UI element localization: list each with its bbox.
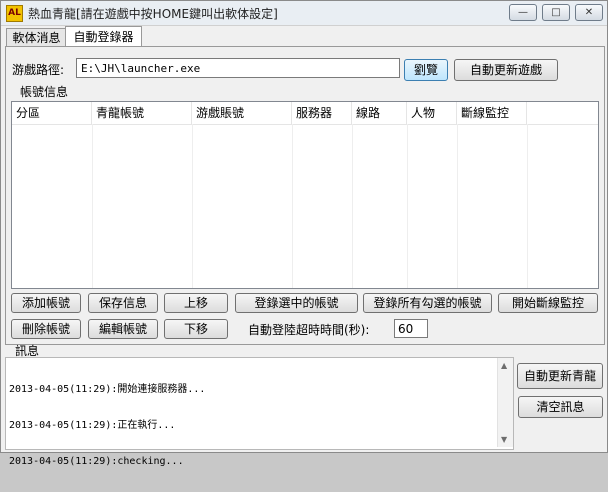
login-timeout-label: 自動登陸超時時間(秒): [248, 323, 370, 337]
minimize-button[interactable]: — [509, 4, 537, 21]
grid-column-line [92, 124, 193, 288]
log-line: 2013-04-05(11:29):開始連接服務器... [9, 384, 206, 395]
close-button[interactable]: ✕ [575, 4, 603, 21]
game-path-field[interactable]: E:\JH\launcher.exe [76, 58, 400, 78]
scroll-up-arrow-icon[interactable]: ▲ [501, 361, 507, 370]
login-timeout-input[interactable]: 60 [394, 319, 428, 338]
window-title: 熱血青龍[請在遊戲中按HOME鍵叫出軟体設定] [28, 7, 278, 21]
column-server[interactable]: 服務器 [292, 102, 352, 124]
add-account-button[interactable]: 添加帳號 [11, 293, 81, 313]
grid-column-line [457, 124, 528, 288]
maximize-button[interactable]: □ [542, 4, 570, 21]
log-line: 2013-04-05(11:29):checking... [9, 456, 184, 467]
start-disconnect-monitor-button[interactable]: 開始斷線監控 [498, 293, 598, 313]
app-logo-icon: AL [6, 5, 23, 22]
delete-account-button[interactable]: 刪除帳號 [11, 319, 81, 339]
clear-messages-button[interactable]: 清空訊息 [518, 396, 603, 418]
message-log-scrollbar[interactable]: ▲ ▼ [497, 358, 513, 447]
grid-column-line [407, 124, 458, 288]
scroll-down-arrow-icon[interactable]: ▼ [501, 435, 507, 444]
login-all-checked-button[interactable]: 登錄所有勾選的帳號 [363, 293, 492, 313]
grid-column-line [192, 124, 293, 288]
column-game-account[interactable]: 游戲賬號 [192, 102, 292, 124]
column-character[interactable]: 人物 [407, 102, 457, 124]
game-path-label: 游戲路徑: [12, 63, 65, 77]
grid-column-line [12, 124, 93, 288]
close-icon: ✕ [584, 7, 594, 18]
tab-auto-login[interactable]: 自動登錄器 [65, 26, 142, 48]
account-list-header: 分區 青龍帳號 游戲賬號 服務器 線路 人物 斷線監控 [12, 102, 598, 125]
grid-column-line [352, 124, 408, 288]
message-log-lines: 2013-04-05(11:29):開始連接服務器... 2013-04-05(… [9, 360, 205, 492]
app-window: AL 熱血青龍[請在遊戲中按HOME鍵叫出軟体設定] — □ ✕ 軟体消息 自動… [0, 0, 608, 467]
auto-update-qinglong-button[interactable]: 自動更新青龍 [517, 363, 603, 389]
grid-column-line [292, 124, 353, 288]
auto-update-game-button[interactable]: 自動更新遊戲 [454, 59, 558, 81]
auto-login-panel: 游戲路徑: E:\JH\launcher.exe 劉覽 自動更新遊戲 帳號信息 … [5, 46, 605, 345]
maximize-icon: □ [551, 7, 561, 18]
column-line[interactable]: 線路 [352, 102, 407, 124]
column-zone[interactable]: 分區 [12, 102, 92, 124]
save-info-button[interactable]: 保存信息 [88, 293, 158, 313]
title-bar[interactable]: AL 熱血青龍[請在遊戲中按HOME鍵叫出軟体設定] — □ ✕ [1, 1, 607, 26]
column-qinglong-account[interactable]: 青龍帳號 [92, 102, 192, 124]
log-line: 2013-04-05(11:29):正在執行... [9, 420, 176, 431]
tab-software-news[interactable]: 軟体消息 [6, 28, 67, 47]
account-list[interactable]: 分區 青龍帳號 游戲賬號 服務器 線路 人物 斷線監控 [11, 101, 599, 289]
message-log[interactable]: 2013-04-05(11:29):開始連接服務器... 2013-04-05(… [5, 357, 514, 467]
move-up-button[interactable]: 上移 [164, 293, 228, 313]
move-down-button[interactable]: 下移 [164, 319, 228, 339]
browse-button[interactable]: 劉覽 [404, 59, 448, 81]
account-info-label: 帳號信息 [20, 85, 69, 99]
minimize-icon: — [518, 7, 528, 18]
login-selected-button[interactable]: 登錄選中的帳號 [235, 293, 358, 313]
column-disconnect-monitor[interactable]: 斷線監控 [457, 102, 527, 124]
edit-account-button[interactable]: 編輯帳號 [88, 319, 158, 339]
